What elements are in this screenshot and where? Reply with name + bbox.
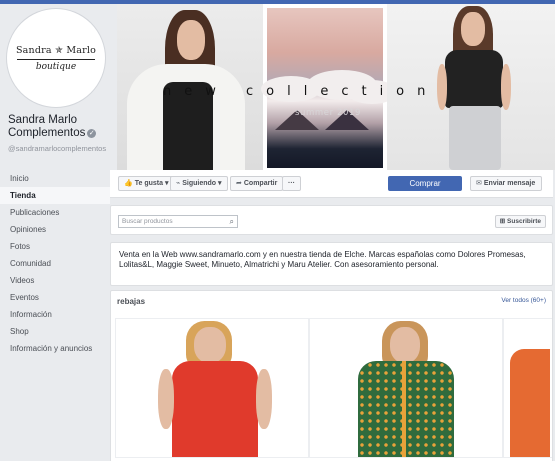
page-nav: Inicio Tienda Publicaciones Opiniones Fo… (0, 170, 110, 357)
follow-label: Siguiendo (182, 180, 217, 187)
product-blouse (358, 361, 454, 457)
model-arm (158, 369, 174, 429)
product-card[interactable] (309, 318, 503, 458)
subscribe-label: Suscribirte (507, 218, 541, 225)
subscribe-button[interactable]: ⊞ Suscribirte (494, 215, 546, 228)
nav-item-publicaciones[interactable]: Publicaciones (0, 204, 110, 221)
product-card[interactable] (503, 318, 552, 458)
nav-item-videos[interactable]: Videos (0, 272, 110, 289)
share-label: Compartir (243, 180, 278, 187)
share-button[interactable]: ➦ Compartir (230, 176, 284, 191)
page-action-bar: 👍 Te gusta ▾ ⌁ Siguiendo ▾ ➦ Compartir ··· … (110, 170, 553, 198)
product-dress (172, 361, 258, 457)
shop-description-box: Venta en la Web www.sandramarlo.com y en… (110, 242, 553, 286)
rss-icon: ⌁ (176, 180, 181, 187)
follow-button[interactable]: ⌁ Siguiendo ▾ (170, 176, 228, 191)
logo-divider (17, 58, 95, 60)
shop-search-box: Buscar productos ⌕ ⊞ Suscribirte (110, 205, 553, 235)
nav-item-fotos[interactable]: Fotos (0, 238, 110, 255)
nav-item-inicio[interactable]: Inicio (0, 170, 110, 187)
like-label: Te gusta (134, 180, 163, 187)
chevron-down-icon: ▾ (164, 180, 169, 187)
see-all-link[interactable]: Ver todos (60+) (501, 297, 546, 304)
page-name-text: Sandra Marlo Complementos (8, 114, 86, 139)
model-face (461, 12, 485, 46)
nav-item-shop[interactable]: Shop (0, 323, 110, 340)
search-input[interactable]: Buscar productos ⌕ (118, 215, 238, 228)
more-options-button[interactable]: ··· (282, 176, 301, 191)
nav-item-comunidad[interactable]: Comunidad (0, 255, 110, 272)
product-card[interactable] (115, 318, 309, 458)
send-message-label: Enviar mensaje (483, 180, 536, 187)
model-arm (437, 64, 447, 110)
search-placeholder: Buscar productos (122, 218, 173, 225)
logo-name: Sandra ✯ Marlo (15, 44, 97, 56)
cover-title: new collection (163, 84, 439, 99)
more-icon: ··· (288, 180, 295, 187)
model-face (177, 20, 205, 60)
section-title[interactable]: rebajas (117, 297, 145, 306)
model-arm (256, 369, 272, 429)
cover-subtitle: summer 2019 (295, 108, 362, 118)
model-arm (501, 64, 511, 110)
model-face (390, 327, 420, 363)
rss-icon: ⊞ (499, 218, 506, 225)
cover-photo[interactable]: new collection summer 2019 (117, 4, 555, 170)
shop-description: Venta en la Web www.sandramarlo.com y en… (119, 250, 526, 269)
page-avatar[interactable]: Sandra ✯ Marlo boutique (7, 9, 105, 107)
messenger-icon: ✉ (476, 180, 482, 187)
thumbs-up-icon: 👍 (124, 180, 133, 187)
nav-item-info-anuncios[interactable]: Información y anuncios (0, 340, 110, 357)
check-circle-icon: ✓ (87, 129, 97, 138)
shop-section: rebajas Ver todos (60+) (110, 290, 553, 461)
model-face (194, 327, 226, 363)
page-handle[interactable]: @sandramarlocomplementos (8, 144, 108, 153)
nav-item-tienda[interactable]: Tienda (0, 187, 110, 204)
like-button[interactable]: 👍 Te gusta ▾ (118, 176, 175, 191)
buy-button[interactable]: Comprar (388, 176, 462, 191)
page-sidebar: Sandra ✯ Marlo boutique Sandra Marlo Com… (0, 4, 110, 461)
page-title[interactable]: Sandra Marlo Complementos ✓ (8, 114, 106, 140)
nav-item-eventos[interactable]: Eventos (0, 289, 110, 306)
model-top (445, 50, 503, 108)
product-placket (402, 361, 406, 457)
share-icon: ➦ (236, 180, 242, 187)
logo-subtitle: boutique (35, 61, 77, 72)
nav-item-opiniones[interactable]: Opiniones (0, 221, 110, 238)
search-icon[interactable]: ⌕ (230, 216, 234, 227)
send-message-button[interactable]: ✉ Enviar mensaje (470, 176, 542, 191)
product-dress (510, 349, 550, 457)
nav-item-informacion[interactable]: Información (0, 306, 110, 323)
model-trousers (449, 106, 501, 170)
chevron-down-icon: ▾ (218, 180, 222, 187)
